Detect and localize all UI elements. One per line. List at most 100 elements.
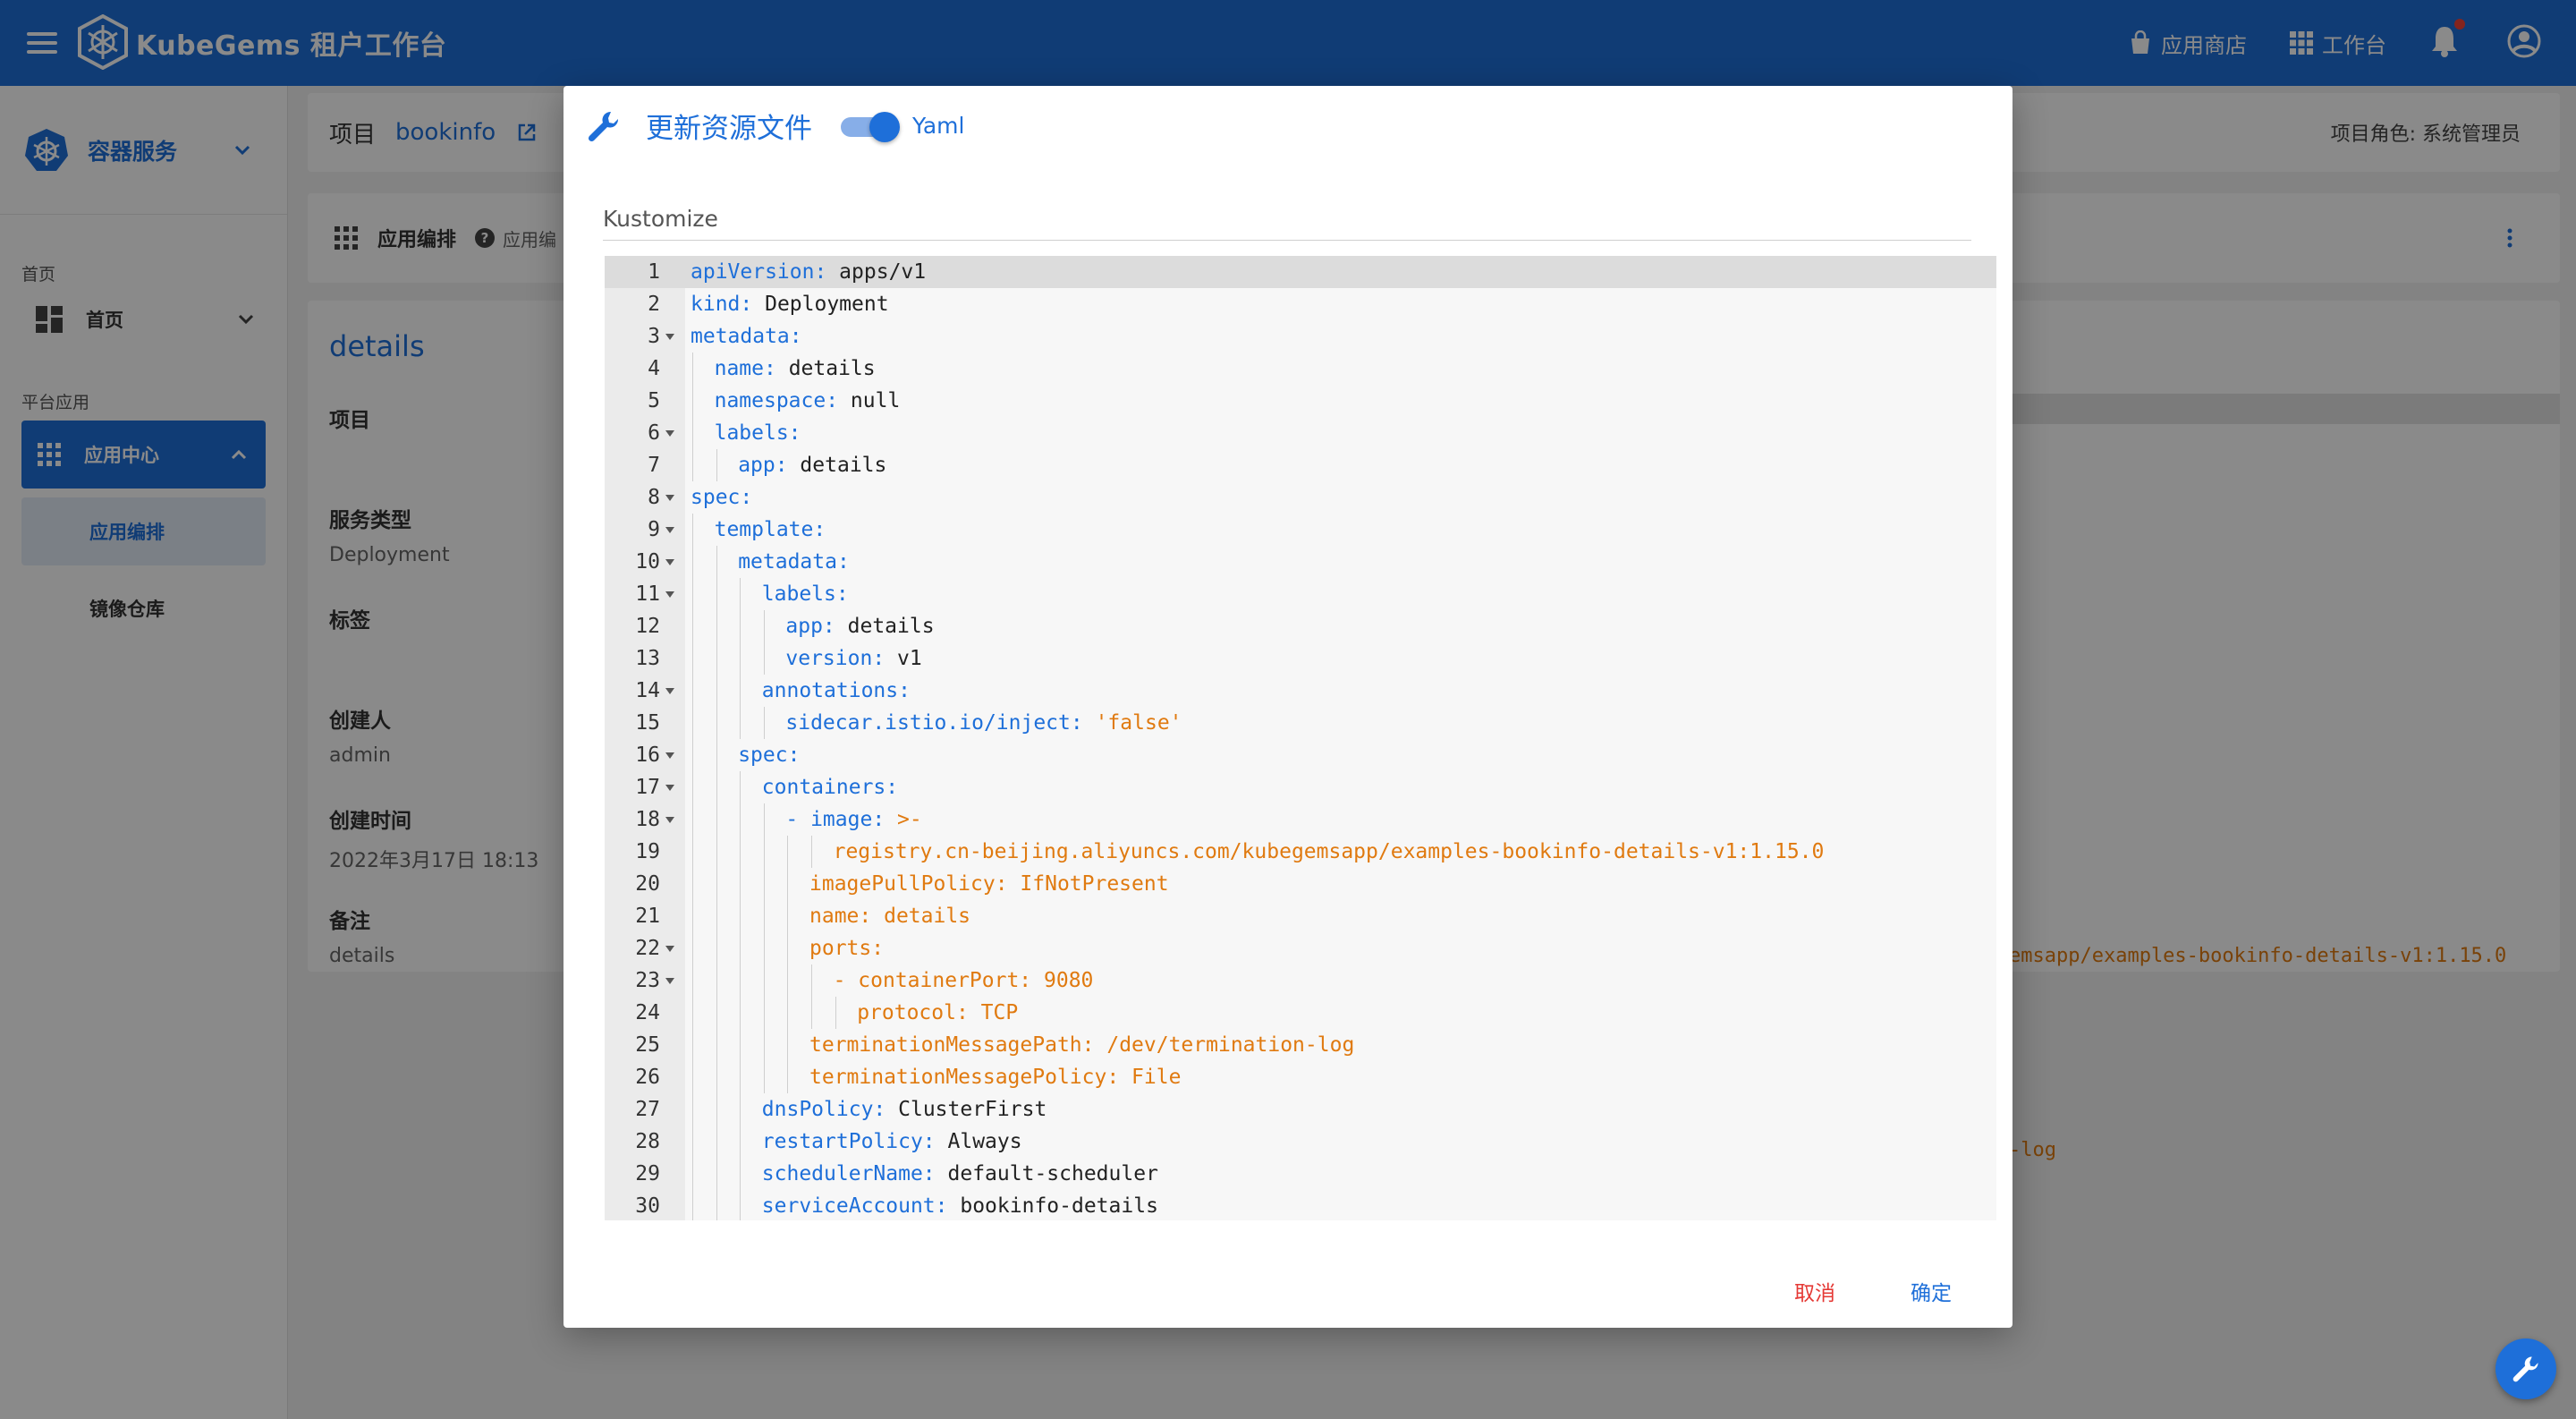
line-number: 11 bbox=[635, 582, 660, 606]
yaml-key: - containerPort: bbox=[833, 969, 1032, 992]
code-line[interactable]: 3 metadata: bbox=[605, 320, 1996, 353]
indent-guide bbox=[692, 739, 693, 771]
indent-guide bbox=[740, 1158, 741, 1190]
indent-guide bbox=[740, 1093, 741, 1126]
indent-guide bbox=[692, 417, 693, 449]
indent-guide bbox=[692, 1093, 693, 1126]
indent-guide bbox=[763, 900, 765, 932]
fold-arrow-icon[interactable] bbox=[665, 495, 674, 501]
fold-arrow-icon[interactable] bbox=[665, 559, 674, 565]
indent-guide bbox=[692, 997, 693, 1029]
code-line[interactable]: 20 imagePullPolicy: IfNotPresent bbox=[605, 868, 1996, 900]
fold-arrow-icon[interactable] bbox=[665, 430, 674, 437]
code-line[interactable]: 17 containers: bbox=[605, 771, 1996, 803]
fold-arrow-icon[interactable] bbox=[665, 688, 674, 694]
code-line[interactable]: 23 - containerPort: 9080 bbox=[605, 964, 1996, 997]
indent-guide bbox=[692, 353, 693, 385]
fold-arrow-icon[interactable] bbox=[665, 946, 674, 952]
indent-guide bbox=[835, 997, 836, 1029]
fold-arrow-icon[interactable] bbox=[665, 334, 674, 340]
fold-arrow-icon[interactable] bbox=[665, 817, 674, 823]
indent-guide bbox=[692, 836, 693, 868]
code-text: app: details bbox=[785, 610, 934, 642]
code-line[interactable]: 2 kind: Deployment bbox=[605, 288, 1996, 320]
fold-arrow-icon[interactable] bbox=[665, 527, 674, 533]
code-line[interactable]: 8 spec: bbox=[605, 481, 1996, 514]
code-line[interactable]: 6 labels: bbox=[605, 417, 1996, 449]
tools-fab-button[interactable] bbox=[2496, 1338, 2556, 1399]
indent-guide bbox=[740, 642, 741, 675]
line-number: 5 bbox=[648, 389, 660, 412]
code-line[interactable]: 15 sidecar.istio.io/inject: 'false' bbox=[605, 707, 1996, 739]
code-line[interactable]: 30 serviceAccount: bookinfo-details bbox=[605, 1190, 1996, 1220]
code-text: namespace: null bbox=[715, 385, 901, 417]
fold-arrow-icon[interactable] bbox=[665, 752, 674, 759]
indent-guide bbox=[716, 771, 717, 803]
yaml-value: TCP bbox=[968, 1001, 1019, 1024]
yaml-key: terminationMessagePath: bbox=[809, 1033, 1095, 1057]
code-line[interactable]: 4 name: details bbox=[605, 353, 1996, 385]
code-line[interactable]: 27 dnsPolicy: ClusterFirst bbox=[605, 1093, 1996, 1126]
yaml-key: spec: bbox=[691, 486, 753, 509]
indent-guide bbox=[692, 385, 693, 417]
line-number: 3 bbox=[648, 325, 660, 348]
code-text: metadata: bbox=[691, 320, 802, 353]
code-line[interactable]: 10 metadata: bbox=[605, 546, 1996, 578]
code-line[interactable]: 16 spec: bbox=[605, 739, 1996, 771]
indent-guide bbox=[740, 1029, 741, 1061]
code-text: schedulerName: default-scheduler bbox=[762, 1158, 1158, 1190]
yaml-value: details bbox=[787, 454, 887, 477]
code-line[interactable]: 18 - image: >- bbox=[605, 803, 1996, 836]
indent-guide bbox=[716, 449, 717, 481]
code-text: metadata: bbox=[738, 546, 850, 578]
yaml-key: template: bbox=[714, 518, 826, 541]
yaml-toggle[interactable] bbox=[841, 111, 900, 142]
code-line[interactable]: 1 apiVersion: apps/v1 bbox=[605, 256, 1996, 288]
indent-guide bbox=[716, 964, 717, 997]
confirm-button[interactable]: 确定 bbox=[1911, 1276, 1952, 1306]
yaml-value: Always bbox=[935, 1130, 1022, 1153]
code-text: - image: >- bbox=[785, 803, 921, 836]
code-line[interactable]: 26 terminationMessagePolicy: File bbox=[605, 1061, 1996, 1093]
yaml-key: labels: bbox=[714, 421, 801, 445]
code-line[interactable]: 28 restartPolicy: Always bbox=[605, 1126, 1996, 1158]
code-line[interactable]: 25 terminationMessagePath: /dev/terminati… bbox=[605, 1029, 1996, 1061]
code-text: containers: bbox=[762, 771, 898, 803]
indent-guide bbox=[716, 739, 717, 771]
line-number: 28 bbox=[635, 1130, 660, 1153]
fold-arrow-icon[interactable] bbox=[665, 591, 674, 598]
code-line[interactable]: 13 version: v1 bbox=[605, 642, 1996, 675]
code-line[interactable]: 29 schedulerName: default-scheduler bbox=[605, 1158, 1996, 1190]
line-number: 7 bbox=[648, 454, 660, 477]
cancel-button[interactable]: 取消 bbox=[1794, 1276, 1835, 1306]
indent-guide bbox=[763, 707, 765, 739]
indent-guide bbox=[692, 1126, 693, 1158]
fold-arrow-icon[interactable] bbox=[665, 978, 674, 984]
code-line[interactable]: 11 labels: bbox=[605, 578, 1996, 610]
yaml-key: app: bbox=[738, 454, 788, 477]
yaml-code-editor[interactable]: 1 apiVersion: apps/v1 2 kind: Deployment 3 me… bbox=[605, 256, 1996, 1220]
code-line[interactable]: 12 app: details bbox=[605, 610, 1996, 642]
line-number: 9 bbox=[648, 518, 660, 541]
code-line[interactable]: 19 registry.cn-beijing.aliyuncs.com/kubeg… bbox=[605, 836, 1996, 868]
line-number: 22 bbox=[635, 937, 660, 960]
code-text: name: details bbox=[809, 900, 970, 932]
indent-guide bbox=[787, 868, 789, 900]
line-number: 27 bbox=[635, 1098, 660, 1121]
code-line[interactable]: 9 template: bbox=[605, 514, 1996, 546]
indent-guide bbox=[787, 1029, 789, 1061]
code-line[interactable]: 7 app: details bbox=[605, 449, 1996, 481]
code-line[interactable]: 21 name: details bbox=[605, 900, 1996, 932]
indent-guide bbox=[692, 610, 693, 642]
yaml-value: Deployment bbox=[752, 293, 889, 316]
line-number: 29 bbox=[635, 1162, 660, 1185]
code-line[interactable]: 24 protocol: TCP bbox=[605, 997, 1996, 1029]
fold-arrow-icon[interactable] bbox=[665, 785, 674, 791]
line-number: 14 bbox=[635, 679, 660, 702]
code-line[interactable]: 5 namespace: null bbox=[605, 385, 1996, 417]
yaml-value: ClusterFirst bbox=[886, 1098, 1047, 1121]
indent-guide bbox=[692, 1061, 693, 1093]
yaml-key: spec: bbox=[738, 743, 801, 767]
code-line[interactable]: 14 annotations: bbox=[605, 675, 1996, 707]
code-line[interactable]: 22 ports: bbox=[605, 932, 1996, 964]
